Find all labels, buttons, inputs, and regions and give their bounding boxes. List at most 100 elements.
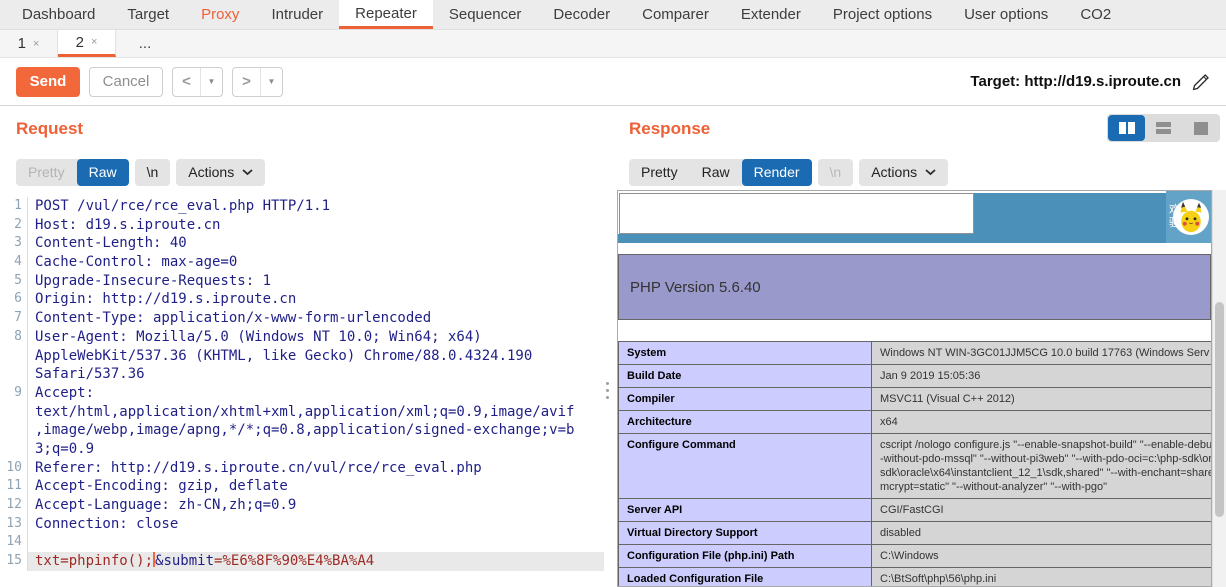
- line-text: User-Agent: Mozilla/5.0 (Windows NT 10.0…: [28, 328, 604, 347]
- line-number: 1: [0, 197, 28, 216]
- request-editor[interactable]: 1POST /vul/rce/rce_eval.php HTTP/1.1 2Ho…: [0, 197, 604, 587]
- row-key: System: [619, 342, 872, 365]
- repeater-tab-2[interactable]: 2 ×: [58, 30, 116, 57]
- pikachu-logo-icon: [1173, 199, 1209, 235]
- tab-newline-toggle[interactable]: \n: [135, 159, 171, 186]
- request-body-line: 15 txt=phpinfo();&submit=%E6%8F%90%E4%BA…: [0, 552, 604, 571]
- repeater-tab-new[interactable]: ...: [116, 30, 174, 57]
- close-icon[interactable]: ×: [91, 36, 97, 48]
- cancel-button[interactable]: Cancel: [89, 67, 163, 97]
- splitter-handle-icon[interactable]: [606, 382, 609, 399]
- response-scrollbar[interactable]: [1212, 190, 1226, 587]
- request-line: Safari/537.36: [0, 365, 604, 384]
- menu-item-comparer[interactable]: Comparer: [626, 0, 725, 29]
- pencil-icon[interactable]: [1191, 71, 1212, 92]
- next-dropdown-icon[interactable]: ▼: [261, 77, 282, 86]
- row-value: Windows NT WIN-3GC01JJM5CG 10.0 build 17…: [872, 342, 1213, 365]
- close-icon[interactable]: ×: [33, 38, 39, 50]
- rows-layout-button[interactable]: [1145, 115, 1182, 141]
- line-number: 12: [0, 496, 28, 515]
- body-param-value: =%E6%8F%90%E4%BA%A4: [214, 553, 374, 569]
- tab-pretty[interactable]: Pretty: [629, 159, 690, 186]
- menu-item-user-options[interactable]: User options: [948, 0, 1064, 29]
- row-value: MSVC11 (Visual C++ 2012): [872, 388, 1213, 411]
- menu-item-proxy[interactable]: Proxy: [185, 0, 255, 29]
- menu-item-extender[interactable]: Extender: [725, 0, 817, 29]
- main-menu-bar: Dashboard Target Proxy Intruder Repeater…: [0, 0, 1226, 30]
- request-line: 12Accept-Language: zh-CN,zh;q=0.9: [0, 496, 604, 515]
- tab-render[interactable]: Render: [742, 159, 812, 186]
- request-panel: Request Pretty Raw \n Actions 1POST /vul…: [0, 106, 604, 587]
- line-text: Cache-Control: max-age=0: [28, 253, 604, 272]
- line-number: [0, 347, 28, 366]
- line-text: Accept-Language: zh-CN,zh;q=0.9: [28, 496, 604, 515]
- phpinfo-table: System Windows NT WIN-3GC01JJM5CG 10.0 b…: [618, 341, 1212, 587]
- line-text: Connection: close: [28, 515, 604, 534]
- line-text: Content-Type: application/x-www-form-url…: [28, 309, 604, 328]
- row-key: Configuration File (php.ini) Path: [619, 545, 872, 568]
- menu-item-co2[interactable]: CO2: [1064, 0, 1127, 29]
- menu-item-sequencer[interactable]: Sequencer: [433, 0, 538, 29]
- single-layout-button[interactable]: [1182, 115, 1219, 141]
- row-value: cscript /nologo configure.js "--enable-s…: [872, 434, 1213, 499]
- table-row: Compiler MSVC11 (Visual C++ 2012): [619, 388, 1213, 411]
- tab-newline-toggle[interactable]: \n: [818, 159, 854, 186]
- table-row: Virtual Directory Support disabled: [619, 522, 1213, 545]
- row-key: Server API: [619, 499, 872, 522]
- page-header-bar: [974, 193, 1166, 234]
- line-text: Safari/537.36: [28, 365, 604, 384]
- request-line: ,image/webp,image/apng,*/*;q=0.8,applica…: [0, 421, 604, 440]
- menu-item-intruder[interactable]: Intruder: [255, 0, 339, 29]
- table-row: Configure Command cscript /nologo config…: [619, 434, 1213, 499]
- scrollbar-thumb[interactable]: [1215, 302, 1224, 517]
- tab-raw[interactable]: Raw: [690, 159, 742, 186]
- menu-item-repeater[interactable]: Repeater: [339, 0, 433, 29]
- actions-menu-button[interactable]: Actions: [176, 159, 265, 186]
- row-key: Configure Command: [619, 434, 872, 499]
- request-line: 8User-Agent: Mozilla/5.0 (Windows NT 10.…: [0, 328, 604, 347]
- request-line: 14: [0, 533, 604, 552]
- columns-layout-icon: [1128, 122, 1135, 134]
- line-text: Accept:: [28, 384, 604, 403]
- tab-raw[interactable]: Raw: [77, 159, 129, 186]
- request-line: AppleWebKit/537.36 (KHTML, like Gecko) C…: [0, 347, 604, 366]
- back-button-group: < ▼: [172, 67, 223, 97]
- next-request-button[interactable]: >: [233, 73, 260, 90]
- menu-item-dashboard[interactable]: Dashboard: [6, 0, 111, 29]
- menu-item-project-options[interactable]: Project options: [817, 0, 948, 29]
- previous-request-button[interactable]: <: [173, 73, 200, 90]
- chevron-down-icon: [925, 169, 936, 176]
- body-param: txt=phpinfo();: [35, 553, 153, 569]
- line-number: 6: [0, 290, 28, 309]
- request-line: 3Content-Length: 40: [0, 234, 604, 253]
- table-row: Architecture x64: [619, 411, 1213, 434]
- line-number: 5: [0, 272, 28, 291]
- line-number: 10: [0, 459, 28, 478]
- line-text: 3;q=0.9: [28, 440, 604, 459]
- previous-dropdown-icon[interactable]: ▼: [201, 77, 222, 86]
- page-text-input[interactable]: [619, 193, 974, 234]
- request-line: 4Cache-Control: max-age=0: [0, 253, 604, 272]
- line-text: txt=phpinfo();&submit=%E6%8F%90%E4%BA%A4: [28, 552, 604, 571]
- repeater-tab-1[interactable]: 1 ×: [0, 30, 58, 57]
- send-button[interactable]: Send: [16, 67, 80, 97]
- menu-item-target[interactable]: Target: [111, 0, 185, 29]
- body-param-name: &submit: [155, 553, 214, 569]
- line-number: 2: [0, 216, 28, 235]
- request-line: 5Upgrade-Insecure-Requests: 1: [0, 272, 604, 291]
- response-view-group: Pretty Raw Render: [629, 159, 812, 186]
- new-tab-label: ...: [139, 35, 152, 52]
- tab-pretty[interactable]: Pretty: [16, 159, 77, 186]
- line-text: Accept-Encoding: gzip, deflate: [28, 477, 604, 496]
- request-line: 11Accept-Encoding: gzip, deflate: [0, 477, 604, 496]
- columns-layout-button[interactable]: [1108, 115, 1145, 141]
- line-number: 14: [0, 533, 28, 552]
- menu-item-decoder[interactable]: Decoder: [537, 0, 626, 29]
- page-logo-area: 欢迎 骚年: [1166, 191, 1211, 243]
- row-key: Compiler: [619, 388, 872, 411]
- row-key: Virtual Directory Support: [619, 522, 872, 545]
- response-panel: Response Pretty Raw Render \n Actions: [613, 106, 1226, 587]
- rows-layout-icon: [1156, 122, 1171, 134]
- actions-menu-button[interactable]: Actions: [859, 159, 948, 186]
- request-line: 13Connection: close: [0, 515, 604, 534]
